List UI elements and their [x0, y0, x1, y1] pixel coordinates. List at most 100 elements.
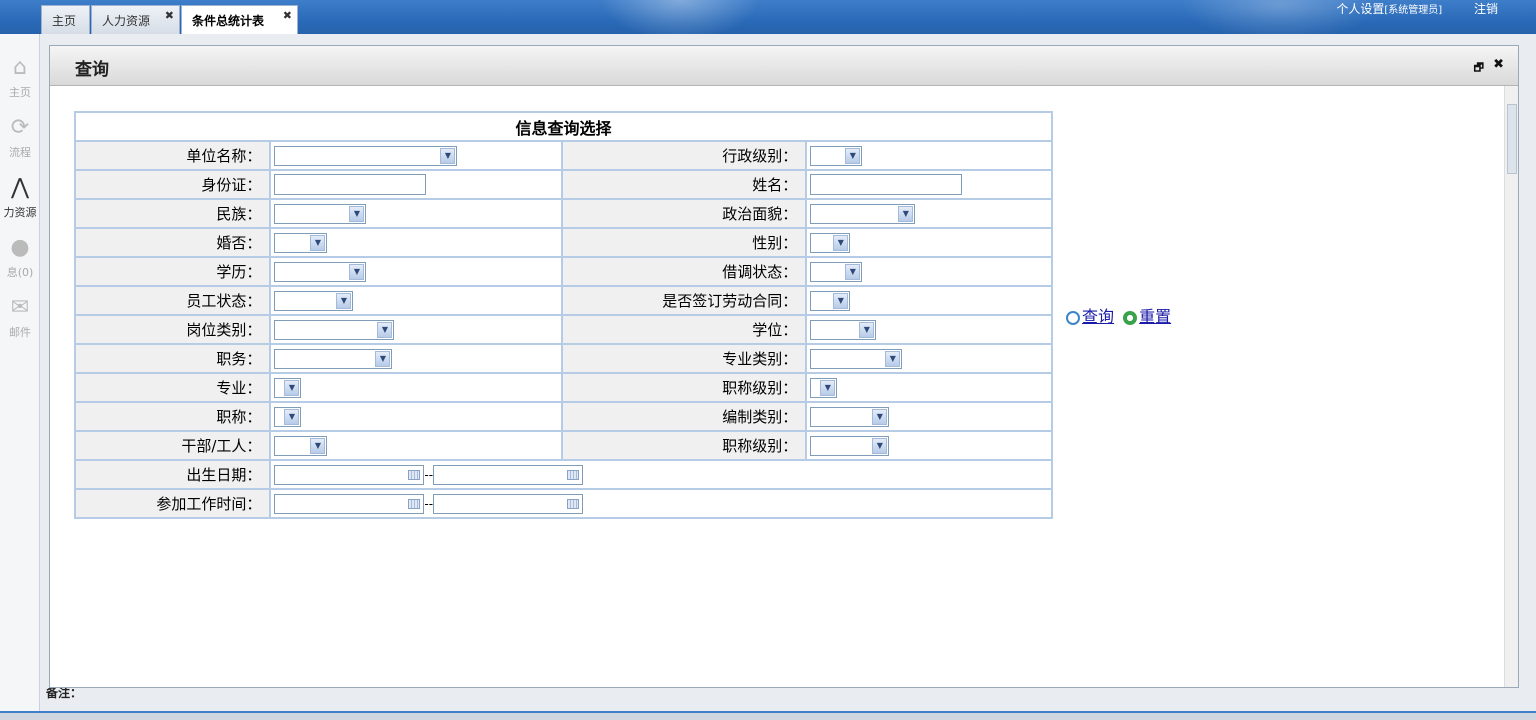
close-icon[interactable]: ✖: [1493, 57, 1504, 72]
field-label: 岗位类别：: [73, 314, 272, 345]
sidebar-item-label: 主页: [9, 86, 31, 99]
field-label: 职称级别：: [561, 372, 808, 403]
table-row: 岗位类别： ▼ 学位： ▼: [73, 314, 1053, 345]
field-label: 职务：: [73, 343, 272, 374]
calendar-icon[interactable]: [567, 498, 580, 509]
table-row: 职称： ▼ 编制类别： ▼: [73, 401, 1053, 432]
major-category-select[interactable]: ▼: [810, 348, 903, 369]
field-label: 民族：: [73, 198, 272, 229]
title-level-select[interactable]: ▼: [810, 377, 838, 398]
sidebar-item-label: 流程: [9, 146, 31, 159]
logout-link[interactable]: 注销: [1474, 2, 1498, 16]
scrollbar-thumb[interactable]: [1507, 104, 1517, 174]
sidebar-item-label: 力资源: [3, 206, 37, 219]
chevron-down-icon: ▼: [349, 263, 365, 280]
chevron-down-icon: ▼: [310, 234, 326, 251]
chevron-down-icon: ▼: [872, 408, 888, 425]
chevron-down-icon: ▼: [440, 147, 456, 164]
tab-hr[interactable]: 人力资源 ✖: [91, 5, 180, 34]
sidebar-item-label: 邮件: [9, 326, 31, 339]
cadre-worker-select[interactable]: ▼: [274, 435, 328, 456]
table-caption: 信息查询选择: [74, 111, 1053, 142]
calendar-icon[interactable]: [408, 498, 421, 509]
sidebar-item-workflow[interactable]: ⟳ 流程: [0, 112, 40, 172]
field-label: 职称：: [73, 401, 272, 432]
sidebar-item-home[interactable]: ⌂ 主页: [0, 52, 40, 112]
table-row: 单位名称： ▼ 行政级别： ▼: [73, 140, 1053, 171]
admin-level-select[interactable]: ▼: [810, 145, 863, 166]
birth-date-from-input[interactable]: [274, 464, 425, 485]
query-actions: 查询 重置: [1066, 303, 1171, 327]
header-decoration: [600, 0, 760, 34]
tab-home[interactable]: 主页: [41, 5, 90, 34]
field-label: 干部/工人：: [73, 430, 272, 461]
tab-condition-stats[interactable]: 条件总统计表 ✖: [181, 5, 298, 34]
table-row: 出生日期： --: [73, 459, 1053, 490]
field-label: 婚否：: [73, 227, 272, 258]
political-status-select[interactable]: ▼: [810, 203, 916, 224]
close-icon[interactable]: ✖: [283, 9, 292, 22]
tab-label: 人力资源: [102, 14, 151, 28]
left-sidebar: ⌂ 主页 ⟳ 流程 ⋀ 力资源 ● 息(0) ✉ 邮件: [0, 34, 40, 712]
unit-name-select[interactable]: ▼: [274, 145, 458, 166]
work-start-from-input[interactable]: [274, 493, 425, 514]
dialog-header: 查询 🗗 ✖: [50, 46, 1518, 86]
professional-title-select[interactable]: ▼: [274, 406, 302, 427]
ethnicity-select[interactable]: ▼: [274, 203, 367, 224]
chevron-down-icon: ▼: [284, 408, 300, 425]
query-dialog: 查询 🗗 ✖ 信息查询选择 单位名称： ▼ 行政级别： ▼ 身份证： 姓名： 民…: [49, 45, 1519, 688]
degree-select[interactable]: ▼: [810, 319, 877, 340]
query-table: 信息查询选择 单位名称： ▼ 行政级别： ▼ 身份证： 姓名： 民族： ▼ 政治…: [73, 111, 1053, 519]
labor-contract-select[interactable]: ▼: [810, 290, 851, 311]
table-row: 身份证： 姓名：: [73, 169, 1053, 200]
field-label: 出生日期：: [73, 459, 272, 490]
chevron-down-icon: ▼: [859, 321, 875, 338]
table-row: 职务： ▼ 专业类别： ▼: [73, 343, 1053, 374]
name-input[interactable]: [810, 174, 963, 195]
chevron-down-icon: ▼: [349, 205, 365, 222]
range-separator: --: [424, 467, 434, 482]
field-label: 专业类别：: [561, 343, 808, 374]
sidebar-item-messages[interactable]: ● 息(0): [0, 232, 40, 292]
staffing-type-select[interactable]: ▼: [810, 406, 890, 427]
sidebar-item-mail[interactable]: ✉ 邮件: [0, 292, 40, 352]
job-title-select[interactable]: ▼: [274, 348, 393, 369]
employee-status-select[interactable]: ▼: [274, 290, 354, 311]
reset-icon: [1123, 311, 1138, 325]
secondment-select[interactable]: ▼: [810, 261, 863, 282]
chevron-down-icon: ▼: [284, 379, 300, 396]
field-label: 身份证：: [73, 169, 272, 200]
calendar-icon[interactable]: [408, 469, 421, 480]
table-row: 学历： ▼ 借调状态： ▼: [73, 256, 1053, 287]
position-type-select[interactable]: ▼: [274, 319, 395, 340]
field-label: 学历：: [73, 256, 272, 287]
work-start-to-input[interactable]: [433, 493, 584, 514]
education-select[interactable]: ▼: [274, 261, 367, 282]
restore-icon[interactable]: 🗗: [1474, 59, 1484, 78]
chevron-down-icon: ▼: [898, 205, 914, 222]
search-button[interactable]: 查询: [1082, 307, 1114, 326]
sidebar-item-hr[interactable]: ⋀ 力资源: [0, 172, 40, 232]
field-label: 是否签订劳动合同：: [561, 285, 808, 316]
table-row: 专业： ▼ 职称级别： ▼: [73, 372, 1053, 403]
gender-select[interactable]: ▼: [810, 232, 851, 253]
vertical-scrollbar[interactable]: [1504, 86, 1518, 687]
birth-date-to-input[interactable]: [433, 464, 584, 485]
table-row: 婚否： ▼ 性别： ▼: [73, 227, 1053, 258]
field-label: 借调状态：: [561, 256, 808, 287]
field-label: 员工状态：: [73, 285, 272, 316]
personal-settings-link[interactable]: 个人设置[系统管理员]: [1336, 2, 1442, 16]
marital-select[interactable]: ▼: [274, 232, 328, 253]
table-row: 民族： ▼ 政治面貌： ▼: [73, 198, 1053, 229]
reset-button[interactable]: 重置: [1139, 307, 1171, 326]
id-card-input[interactable]: [274, 174, 427, 195]
home-icon: ⌂: [13, 55, 27, 80]
field-label: 参加工作时间：: [73, 488, 272, 519]
major-select[interactable]: ▼: [274, 377, 302, 398]
chevron-down-icon: ▼: [833, 292, 849, 309]
title-level-select-2[interactable]: ▼: [810, 435, 890, 456]
chevron-down-icon: ▼: [375, 350, 391, 367]
field-label: 职称级别：: [561, 430, 808, 461]
close-icon[interactable]: ✖: [165, 9, 174, 22]
calendar-icon[interactable]: [567, 469, 580, 480]
